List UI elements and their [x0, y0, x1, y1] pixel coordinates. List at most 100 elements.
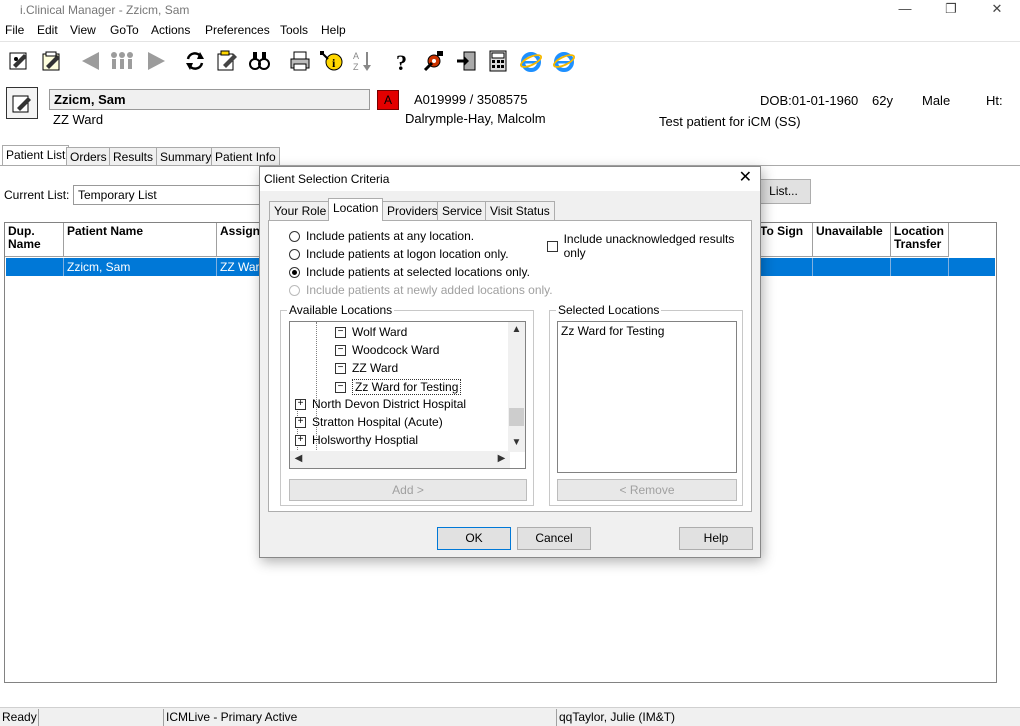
menu-view[interactable]: View — [70, 23, 96, 37]
patient-select-icon[interactable] — [6, 48, 32, 74]
remove-button[interactable]: < Remove — [557, 479, 737, 501]
list-button[interactable]: List... — [756, 179, 811, 204]
scroll-right-icon[interactable]: ▶ — [493, 453, 510, 464]
col-dup-name[interactable]: Dup. Name — [5, 223, 64, 257]
close-window-button[interactable]: ✕ — [974, 0, 1020, 20]
maximize-button[interactable]: ❐ — [928, 0, 974, 20]
option-selected-locations[interactable]: Include patients at selected locations o… — [289, 265, 530, 279]
tree-item-north-devon[interactable]: + North Devon District Hospital — [295, 397, 466, 411]
back-arrow-icon[interactable] — [78, 48, 104, 74]
help-button[interactable]: Help — [679, 527, 753, 550]
refresh-icon[interactable] — [182, 48, 208, 74]
menu-file[interactable]: File — [5, 23, 24, 37]
ie-browser-icon[interactable] — [518, 48, 544, 74]
option-logon-location[interactable]: Include patients at logon location only. — [289, 247, 509, 261]
tab-patient-list[interactable]: Patient List — [2, 145, 70, 166]
radio-logon-location[interactable] — [289, 248, 300, 260]
col-location-transfer[interactable]: Location Transfer — [891, 223, 949, 257]
scroll-left-icon[interactable]: ◀ — [290, 453, 307, 464]
expand-icon[interactable]: + — [295, 416, 306, 428]
status-empty — [38, 709, 163, 726]
tree-horizontal-scrollbar[interactable]: ◀ ▶ — [290, 451, 510, 468]
dialog-tab-your-role[interactable]: Your Role — [269, 201, 332, 220]
menu-help[interactable]: Help — [321, 23, 346, 37]
menu-preferences[interactable]: Preferences — [205, 23, 270, 37]
option-logon-label: Include patients at logon location only. — [306, 247, 509, 261]
menu-goto[interactable]: GoTo — [110, 23, 139, 37]
ie-browser-2-icon[interactable] — [551, 48, 577, 74]
scroll-thumb[interactable] — [509, 408, 524, 426]
dialog-tab-visit-status[interactable]: Visit Status — [485, 201, 555, 220]
current-list-field[interactable]: Temporary List — [73, 185, 263, 205]
collapse-icon[interactable]: − — [335, 362, 346, 374]
search-binoculars-icon[interactable] — [246, 48, 272, 74]
radio-newly-added — [289, 284, 300, 296]
col-patient-name[interactable]: Patient Name — [64, 223, 217, 257]
collapse-icon[interactable]: − — [335, 326, 346, 338]
radio-any-location[interactable] — [289, 230, 300, 242]
tab-orders[interactable]: Orders — [66, 147, 111, 165]
dialog-tab-providers[interactable]: Providers — [382, 201, 443, 220]
people-icon[interactable] — [109, 48, 135, 74]
tree-vertical-scrollbar[interactable]: ▲ ▼ — [508, 322, 525, 452]
col-to-sign[interactable]: To Sign — [757, 223, 813, 257]
selected-locations-list[interactable]: Zz Ward for Testing — [557, 321, 737, 473]
window-title: i.Clinical Manager - Zzicm, Sam — [20, 3, 190, 17]
status-environment: ICMLive - Primary Active — [163, 709, 299, 726]
patient-dob: DOB:01-01-1960 — [760, 93, 859, 108]
sort-az-icon[interactable]: AZ — [350, 48, 376, 74]
scroll-up-icon[interactable]: ▲ — [508, 324, 525, 335]
expand-icon[interactable]: + — [295, 398, 306, 410]
tree-item-stratton[interactable]: + Stratton Hospital (Acute) — [295, 415, 443, 429]
menu-tools[interactable]: Tools — [280, 23, 308, 37]
option-newly-added: Include patients at newly added location… — [289, 283, 553, 297]
patient-height-label: Ht: — [986, 93, 1003, 108]
tree-item-zz-ward[interactable]: − ZZ Ward — [335, 361, 398, 375]
tree-label: Holsworthy Hosptial — [312, 433, 419, 447]
edit-note-icon[interactable] — [214, 48, 240, 74]
list-item[interactable]: Zz Ward for Testing — [561, 324, 733, 338]
help-question-icon[interactable]: ? — [390, 48, 416, 74]
allergy-alert-badge[interactable]: A — [377, 90, 399, 110]
expand-icon[interactable]: + — [295, 434, 306, 446]
settings-tools-icon[interactable] — [421, 48, 447, 74]
location-tree[interactable]: − Wolf Ward − Woodcock Ward − ZZ Ward − … — [289, 321, 526, 469]
dialog-title-bar: Client Selection Criteria ✕ — [260, 167, 760, 191]
tree-item-wolf-ward[interactable]: − Wolf Ward — [335, 325, 407, 339]
scroll-down-icon[interactable]: ▼ — [508, 437, 525, 448]
available-locations-group: Available Locations − Wolf Ward − Woodco… — [280, 303, 534, 506]
tab-summary[interactable]: Summary — [156, 147, 216, 165]
svg-text:Z: Z — [353, 62, 359, 72]
dialog-tab-location[interactable]: Location — [328, 198, 384, 221]
tab-results[interactable]: Results — [109, 147, 158, 165]
patient-ids: A019999 / 3508575 — [414, 92, 528, 107]
col-unavailable[interactable]: Unavailable — [813, 223, 891, 257]
forward-arrow-icon[interactable] — [143, 48, 169, 74]
row-location-transfer — [891, 258, 949, 276]
tree-item-woodcock-ward[interactable]: − Woodcock Ward — [335, 343, 439, 357]
dialog-tab-service[interactable]: Service — [437, 201, 488, 220]
checkbox-unacknowledged[interactable] — [547, 240, 558, 252]
patient-list-icon[interactable] — [39, 48, 65, 74]
exit-icon[interactable] — [453, 48, 479, 74]
tab-patient-info[interactable]: Patient Info — [211, 147, 280, 165]
collapse-icon[interactable]: − — [335, 344, 346, 356]
collapse-icon[interactable]: − — [335, 381, 346, 393]
menu-actions[interactable]: Actions — [151, 23, 190, 37]
cancel-button[interactable]: Cancel — [517, 527, 591, 550]
tree-item-holsworthy[interactable]: + Holsworthy Hosptial — [295, 433, 418, 447]
option-unacknowledged[interactable]: Include unacknowledged results only — [547, 232, 751, 260]
patient-banner-icon[interactable] — [6, 87, 38, 119]
info-icon[interactable]: i — [318, 48, 344, 74]
print-icon[interactable] — [287, 48, 313, 74]
client-selection-dialog: Client Selection Criteria ✕ Your Role Lo… — [259, 166, 761, 558]
minimize-button[interactable]: — — [882, 0, 928, 20]
dialog-close-icon[interactable]: ✕ — [739, 169, 752, 187]
option-any-location[interactable]: Include patients at any location. — [289, 229, 474, 243]
tree-item-zz-ward-testing[interactable]: − Zz Ward for Testing — [335, 379, 462, 395]
menu-edit[interactable]: Edit — [37, 23, 58, 37]
calculator-icon[interactable] — [485, 48, 511, 74]
radio-selected-locations[interactable] — [289, 266, 300, 278]
ok-button[interactable]: OK — [437, 527, 511, 550]
add-button[interactable]: Add > — [289, 479, 527, 501]
